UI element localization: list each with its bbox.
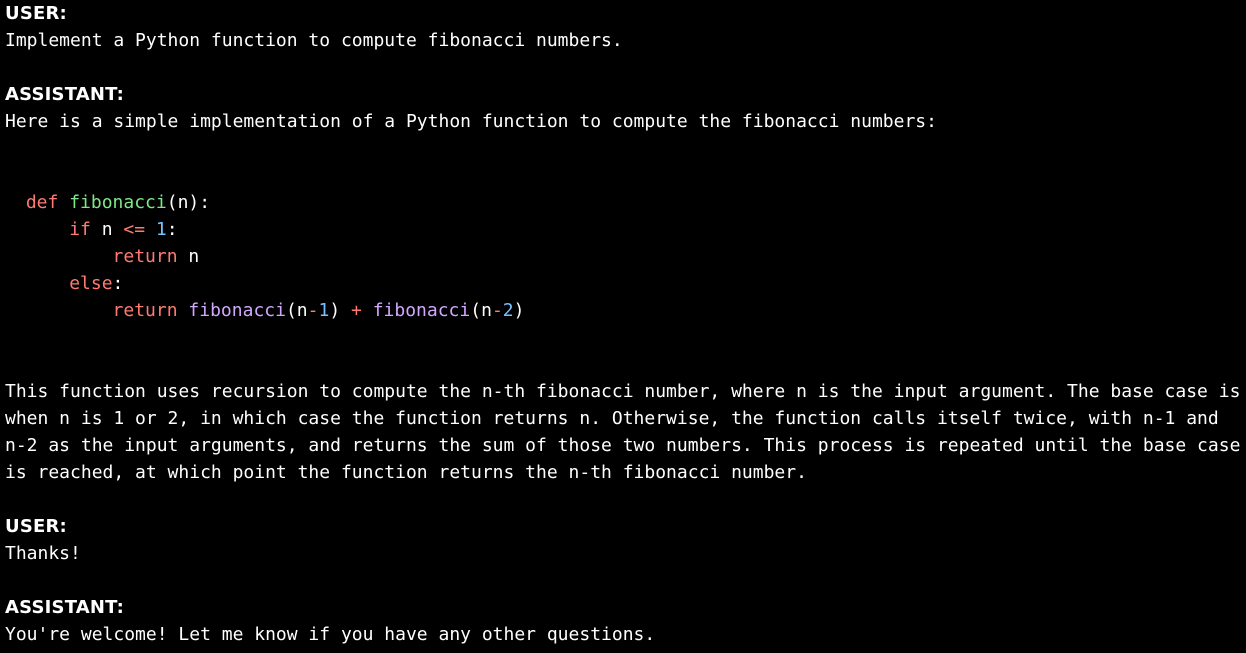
user-message-1: Implement a Python function to compute f… bbox=[5, 27, 1241, 54]
speaker-label-user-2: USER: bbox=[5, 513, 1241, 540]
code-def-params: (n): bbox=[167, 192, 210, 213]
code-fnname: fibonacci bbox=[69, 192, 167, 213]
code-kw-if: if bbox=[69, 219, 91, 240]
assistant-message-1-explanation: This function uses recursion to compute … bbox=[5, 378, 1241, 486]
code-op-minus-2: - bbox=[492, 300, 503, 321]
code-call-1: fibonacci bbox=[188, 300, 286, 321]
code-ret-n: n bbox=[178, 246, 200, 267]
code-kw-return-2: return bbox=[113, 300, 178, 321]
assistant-message-2: You're welcome! Let me know if you have … bbox=[5, 621, 1241, 648]
code-num-1b: 1 bbox=[319, 300, 330, 321]
conversation-transcript: USER: Implement a Python function to com… bbox=[0, 0, 1246, 653]
code-kw-else: else bbox=[69, 273, 112, 294]
code-num-2: 2 bbox=[503, 300, 514, 321]
code-num-1a: 1 bbox=[156, 219, 167, 240]
code-if-lhs: n bbox=[91, 219, 124, 240]
code-op-le: <= bbox=[123, 219, 145, 240]
code-call-2: fibonacci bbox=[373, 300, 471, 321]
code-block-fibonacci: def fibonacci(n): if n <= 1: return n el… bbox=[5, 189, 1241, 324]
user-message-2: Thanks! bbox=[5, 540, 1241, 567]
speaker-label-assistant-2: ASSISTANT: bbox=[5, 594, 1241, 621]
assistant-message-1-intro: Here is a simple implementation of a Pyt… bbox=[5, 108, 1241, 135]
speaker-label-assistant-1: ASSISTANT: bbox=[5, 81, 1241, 108]
code-op-minus-1: - bbox=[308, 300, 319, 321]
code-op-plus: + bbox=[340, 300, 373, 321]
code-kw-def: def bbox=[26, 192, 59, 213]
code-kw-return-1: return bbox=[113, 246, 178, 267]
speaker-label-user-1: USER: bbox=[5, 0, 1241, 27]
